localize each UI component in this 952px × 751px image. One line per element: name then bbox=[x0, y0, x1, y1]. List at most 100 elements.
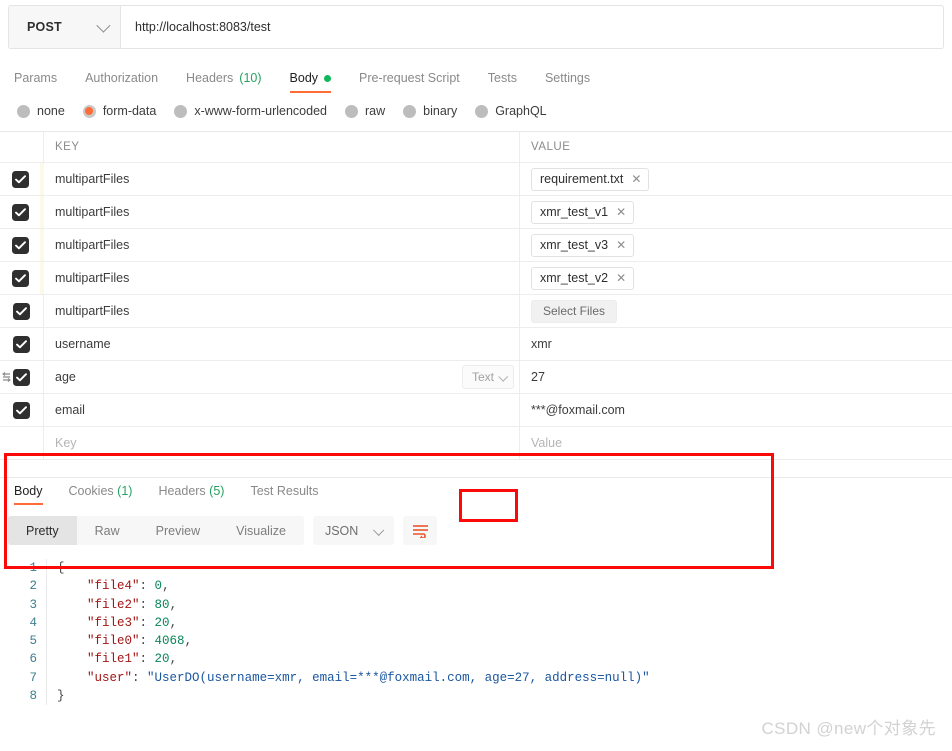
row-key-input[interactable]: email bbox=[44, 394, 520, 426]
request-tab-body[interactable]: Body bbox=[276, 71, 346, 93]
wrap-lines-button[interactable] bbox=[403, 516, 438, 545]
remove-file-icon[interactable]: ✕ bbox=[616, 206, 626, 218]
response-tab-headers[interactable]: Headers (5) bbox=[145, 484, 237, 505]
row-checkbox-cell bbox=[0, 262, 44, 294]
view-mode-label: Visualize bbox=[236, 523, 286, 538]
table-row: multipartFiles xmr_test_v1 ✕ bbox=[0, 196, 952, 229]
row-enabled-checkbox[interactable] bbox=[13, 335, 30, 353]
code-line: 7 "user": "UserDO(username=xmr, email=**… bbox=[0, 668, 952, 688]
code-line: 1{ bbox=[0, 559, 952, 578]
row-value-cell[interactable]: xmr_test_v2 ✕ bbox=[520, 262, 952, 294]
request-tab-tests[interactable]: Tests bbox=[474, 71, 531, 93]
body-type-radio-none[interactable]: none bbox=[17, 104, 65, 118]
file-chip[interactable]: xmr_test_v2 ✕ bbox=[531, 266, 635, 290]
remove-file-icon[interactable]: ✕ bbox=[631, 173, 641, 185]
row-key-text: multipartFiles bbox=[55, 238, 130, 252]
row-enabled-checkbox[interactable] bbox=[11, 269, 29, 287]
row-value-cell[interactable]: xmr_test_v3 ✕ bbox=[520, 229, 952, 261]
code-token: 4068 bbox=[154, 634, 185, 649]
check-icon bbox=[16, 405, 27, 414]
request-tab-settings[interactable]: Settings bbox=[531, 71, 604, 93]
row-value-cell[interactable]: xmr_test_v1 ✕ bbox=[520, 196, 952, 228]
response-tab-cookies[interactable]: Cookies (1) bbox=[56, 484, 146, 505]
code-source: "file2": 80, bbox=[46, 595, 952, 614]
tab-label: Headers bbox=[158, 484, 206, 498]
code-line: 6 "file1": 20, bbox=[0, 650, 952, 669]
check-icon bbox=[16, 306, 27, 315]
file-name: xmr_test_v3 bbox=[540, 238, 609, 252]
tab-label: Pre-request Script bbox=[359, 71, 460, 85]
view-mode-raw[interactable]: Raw bbox=[77, 516, 138, 545]
row-enabled-checkbox[interactable] bbox=[11, 236, 29, 254]
row-key-input[interactable]: username bbox=[44, 328, 520, 360]
body-type-radio-form-data[interactable]: form-data bbox=[82, 104, 156, 118]
row-enabled-checkbox[interactable] bbox=[13, 302, 30, 320]
response-format-dropdown[interactable]: JSON bbox=[312, 516, 395, 545]
row-value-cell[interactable]: requirement.txt ✕ bbox=[520, 163, 952, 195]
response-tab-body[interactable]: Body bbox=[14, 484, 56, 505]
view-mode-label: Raw bbox=[94, 523, 120, 538]
row-enabled-checkbox[interactable] bbox=[11, 203, 29, 221]
row-value-cell[interactable]: ***@foxmail.com bbox=[520, 394, 952, 426]
row-key-input[interactable]: multipartFiles bbox=[44, 229, 520, 261]
tab-count: (10) bbox=[239, 71, 262, 85]
row-key-input[interactable]: multipartFiles bbox=[44, 163, 520, 195]
tab-count: (1) bbox=[117, 484, 133, 498]
response-tab-test-results[interactable]: Test Results bbox=[237, 484, 331, 505]
file-chip[interactable]: xmr_test_v1 ✕ bbox=[531, 200, 635, 224]
check-icon bbox=[14, 240, 26, 249]
code-token: { bbox=[57, 561, 65, 575]
url-input[interactable]: http://localhost:8083/test bbox=[121, 6, 943, 48]
row-value-cell[interactable]: xmr bbox=[520, 328, 952, 360]
row-value-cell[interactable]: Select Files bbox=[520, 295, 952, 327]
request-tab-headers[interactable]: Headers (10) bbox=[172, 71, 275, 93]
remove-file-icon[interactable]: ✕ bbox=[616, 239, 626, 251]
view-mode-preview[interactable]: Preview bbox=[138, 516, 218, 545]
select-files-button[interactable]: Select Files bbox=[531, 299, 618, 323]
code-token: "file3" bbox=[87, 615, 140, 630]
request-tab-params[interactable]: Params bbox=[14, 71, 71, 93]
line-number: 6 bbox=[29, 652, 37, 667]
line-number: 8 bbox=[29, 689, 37, 704]
row-key-input[interactable]: multipartFiles bbox=[44, 196, 520, 228]
row-enabled-checkbox[interactable] bbox=[13, 401, 30, 419]
view-mode-pretty[interactable]: Pretty bbox=[8, 516, 77, 545]
row-key-input[interactable]: multipartFiles bbox=[44, 295, 520, 327]
request-tab-authorization[interactable]: Authorization bbox=[71, 71, 172, 93]
response-body-code: 1{2 "file4": 0, 3 "file2": 80, 4 "file3": … bbox=[0, 559, 952, 706]
row-key-input[interactable]: multipartFiles bbox=[44, 262, 520, 294]
drag-handle[interactable] bbox=[1, 371, 12, 383]
remove-file-icon[interactable]: ✕ bbox=[616, 272, 626, 284]
table-row: age Text 27 bbox=[0, 361, 952, 394]
code-token: "file4" bbox=[87, 579, 140, 594]
body-type-radio-raw[interactable]: raw bbox=[345, 104, 385, 118]
row-key-input[interactable]: age Text bbox=[44, 361, 520, 393]
file-chip[interactable]: requirement.txt ✕ bbox=[531, 167, 650, 191]
response-pane: Body Cookies (1) Headers (5) Test Results P… bbox=[0, 477, 952, 706]
row-value-cell[interactable]: 27 bbox=[520, 361, 952, 393]
row-checkbox-cell bbox=[0, 394, 44, 426]
http-method-dropdown[interactable]: POST bbox=[9, 6, 121, 48]
new-entry-row[interactable]: Key Value bbox=[0, 427, 952, 460]
tab-label: Test Results bbox=[250, 484, 319, 498]
new-entry-value-input[interactable]: Value bbox=[520, 427, 952, 459]
body-type-radio-x-www-form-urlencoded[interactable]: x-www-form-urlencoded bbox=[174, 104, 327, 118]
wrap-lines-icon bbox=[412, 525, 428, 538]
row-type-dropdown[interactable]: Text bbox=[461, 365, 514, 389]
radio-label: x-www-form-urlencoded bbox=[194, 104, 327, 118]
new-entry-key-input[interactable]: Key bbox=[44, 427, 520, 459]
radio-label: none bbox=[37, 104, 65, 118]
row-enabled-checkbox[interactable] bbox=[11, 170, 29, 188]
row-key-text: email bbox=[55, 403, 85, 417]
url-text: http://localhost:8083/test bbox=[135, 20, 271, 34]
body-type-radio-binary[interactable]: binary bbox=[403, 104, 457, 118]
row-enabled-checkbox[interactable] bbox=[13, 368, 30, 386]
new-entry-checkbox-cell bbox=[0, 427, 44, 459]
row-checkbox-cell bbox=[0, 163, 44, 195]
request-tab-pre-request-script[interactable]: Pre-request Script bbox=[345, 71, 474, 93]
file-chip[interactable]: xmr_test_v3 ✕ bbox=[531, 233, 635, 257]
response-format-label: JSON bbox=[324, 523, 359, 538]
body-type-radio-graphql[interactable]: GraphQL bbox=[475, 104, 547, 118]
view-mode-visualize[interactable]: Visualize bbox=[218, 516, 304, 545]
